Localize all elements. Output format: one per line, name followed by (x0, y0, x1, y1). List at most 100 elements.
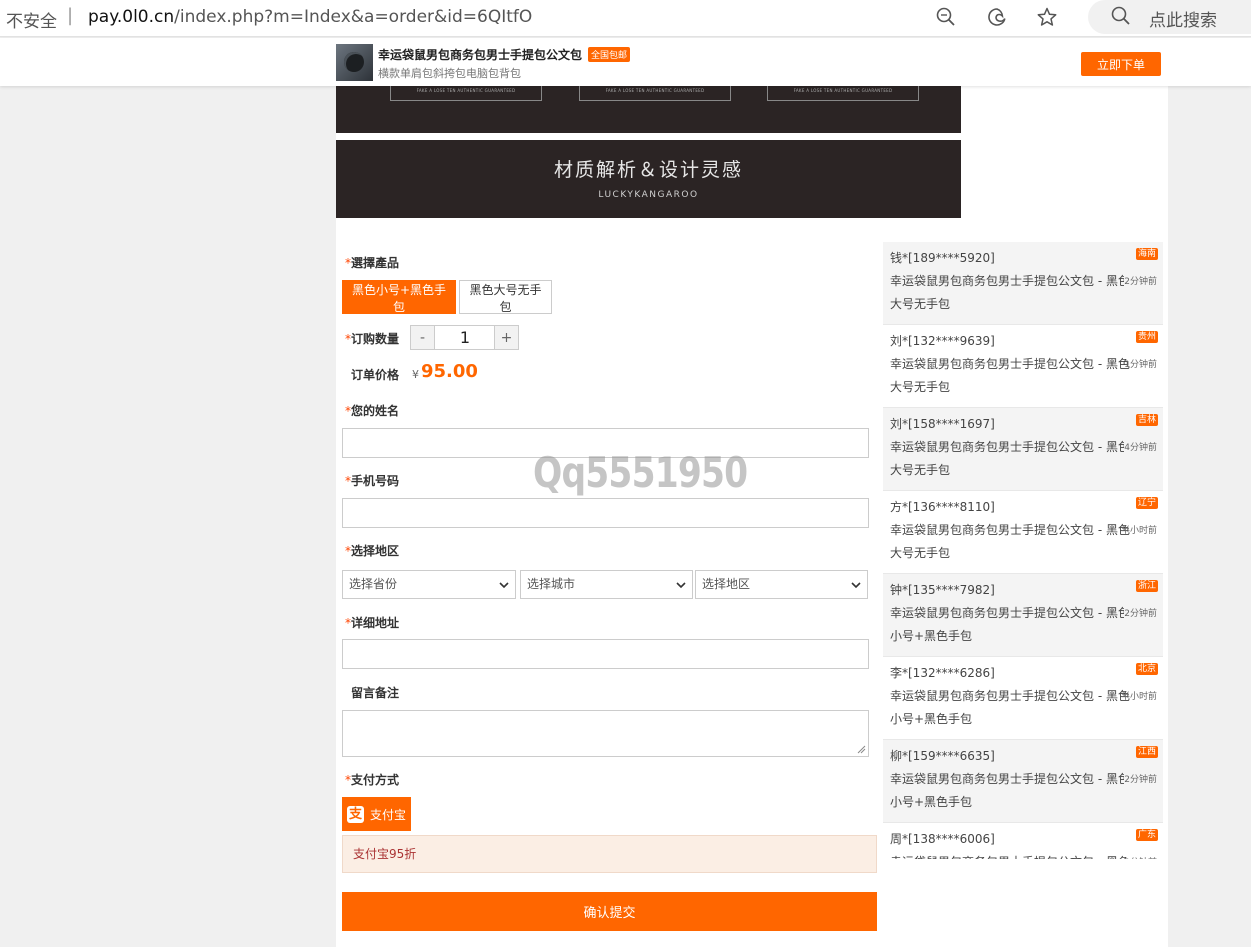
address-label: *详细地址 (345, 614, 399, 631)
product-thumbnail (336, 44, 373, 81)
submit-order-button[interactable]: 确认提交 (342, 892, 877, 931)
list-item: 方*[136****8110] 辽宁幸运袋鼠男包商务包男士手提包公文包 - 黑色大… (883, 491, 1163, 574)
search-icon (1110, 5, 1134, 29)
order-time: 2分钟前 (1124, 773, 1157, 787)
order-time: 3分钟前 (1124, 856, 1157, 859)
browser-address-bar: 不安全 | pay.0l0.cn/index.php?m=Index&a=ord… (0, 0, 1251, 37)
list-item: 刘*[158****1697] 吉林幸运袋鼠男包商务包男士手提包公文包 - 黑色大… (883, 408, 1163, 491)
recent-orders-list: 钱*[189****5920] 海南幸运袋鼠男包商务包男士手提包公文包 - 黑色大… (883, 242, 1163, 859)
province-badge: 广东 (1135, 829, 1158, 841)
address-label-text: 详细地址 (351, 616, 400, 630)
zoom-icon[interactable] (934, 6, 958, 30)
option-black-large-no-handbag[interactable]: 黑色大号无手包 (459, 280, 552, 314)
payment-label: *支付方式 (345, 771, 399, 788)
order-description: 幸运袋鼠男包商务包男士手提包公文包 - 黑色大号无手包 (890, 440, 1130, 477)
phone-label: *手机号码 (345, 472, 399, 489)
price-label: 订单价格 (351, 368, 400, 382)
buyer-name: 刘*[132****9639] (890, 334, 995, 348)
banner-frame: FAKE A LOSE TEN AUTHENTIC GUARANTEED (390, 86, 542, 101)
product-title-text: 幸运袋鼠男包商务包男士手提包公文包 (378, 48, 583, 62)
quantity-input[interactable] (436, 326, 494, 349)
buyer-name: 刘*[158****1697] (890, 417, 995, 431)
list-item: 钱*[189****5920] 海南 幸运袋鼠男包商务包男士手提包公文包 - 黑色大… (883, 242, 1163, 325)
material-banner: 材质解析＆设计灵感 LUCKYKANGAROO (336, 140, 961, 218)
browser-search-box[interactable]: 点此搜索 (1088, 0, 1251, 34)
buyer-name: 钟*[135****7982] (890, 583, 995, 597)
resize-grip-icon[interactable] (857, 745, 866, 754)
province-badge: 浙江 (1135, 580, 1158, 592)
banner-title: 材质解析＆设计灵感 (553, 159, 743, 181)
province-badge: 江西 (1135, 746, 1158, 758)
province-badge: 吉林 (1135, 414, 1158, 426)
order-description: 幸运袋鼠男包商务包男士手提包公文包 - 黑色小号+黑色手包 (890, 851, 1130, 859)
banner-frame-caption: FAKE A LOSE TEN AUTHENTIC GUARANTEED (416, 88, 516, 93)
banner-frame: FAKE A LOSE TEN AUTHENTIC GUARANTEED (767, 86, 919, 101)
province-badge: 海南 (1135, 248, 1158, 260)
buyer-name: 方*[136****8110] (890, 500, 995, 514)
product-subtitle: 横款单肩包斜挎包电脑包背包 (378, 67, 521, 80)
alipay-icon: 支 (347, 806, 364, 823)
list-item: 柳*[159****6635] 江西幸运袋鼠男包商务包男士手提包公文包 - 黑色小… (883, 740, 1163, 823)
url-field[interactable]: pay.0l0.cn/index.php?m=Index&a=order&id=… (88, 7, 532, 27)
city-select[interactable]: 选择城市 (520, 570, 693, 599)
order-time: 半小时前 (1120, 692, 1157, 702)
edge-icon[interactable] (985, 6, 1009, 30)
quantity-label-text: 订购数量 (351, 332, 400, 346)
price-currency: ¥ (412, 368, 419, 381)
insecure-indicator[interactable]: 不安全 (6, 7, 57, 32)
province-badge: 贵州 (1135, 331, 1158, 343)
chevron-down-icon (676, 582, 686, 589)
product-select-label-text: 選擇產品 (351, 256, 400, 270)
region-label: *选择地区 (345, 542, 399, 559)
buyer-name: 钱*[189****5920] (890, 251, 995, 265)
watermark-text: Qq5551950 (533, 448, 748, 497)
list-item: 周*[138****6006] 广东幸运袋鼠男包商务包男士手提包公文包 - 黑色小… (883, 823, 1163, 859)
district-select[interactable]: 选择地区 (695, 570, 868, 599)
name-label-text: 您的姓名 (351, 404, 400, 418)
phone-label-text: 手机号码 (351, 474, 400, 488)
province-badge: 北京 (1135, 663, 1158, 675)
name-label: *您的姓名 (345, 402, 399, 419)
chevron-down-icon (851, 582, 861, 589)
phone-input[interactable] (342, 498, 869, 528)
buyer-name: 李*[132****6286] (890, 666, 995, 680)
order-now-button[interactable]: 立即下单 (1081, 52, 1161, 76)
order-time: 4分钟前 (1124, 441, 1157, 455)
quantity-increase-button[interactable]: + (494, 326, 518, 349)
free-shipping-badge: 全国包邮 (588, 47, 631, 62)
buyer-name: 周*[138****6006] (890, 832, 995, 846)
list-item: 刘*[132****9639] 贵州幸运袋鼠男包商务包男士手提包公文包 - 黑色大… (883, 325, 1163, 408)
note-label: 留言备注 (351, 686, 400, 700)
list-item: 钟*[135****7982] 浙江 幸运袋鼠男包商务包男士手提包公文包 - 黑色小… (883, 574, 1163, 657)
buyer-name: 柳*[159****6635] (890, 749, 995, 763)
order-time: 2分钟前 (1124, 607, 1157, 621)
alipay-discount-note: 支付宝95折 (342, 835, 877, 873)
search-label: 点此搜索 (1149, 11, 1217, 31)
city-select-value: 选择城市 (527, 577, 576, 591)
quantity-stepper: - + (410, 325, 519, 350)
order-description: 幸运袋鼠男包商务包男士手提包公文包 - 黑色大号无手包 (890, 523, 1130, 560)
payment-label-text: 支付方式 (351, 773, 400, 787)
order-time: 半小时前 (1120, 526, 1157, 536)
order-description: 幸运袋鼠男包商务包男士手提包公文包 - 黑色大号无手包 (890, 357, 1130, 394)
banner-subtitle: LUCKYKANGAROO (598, 190, 699, 200)
province-select-value: 选择省份 (349, 577, 398, 591)
note-textarea[interactable] (342, 710, 869, 757)
product-select-label: *選擇產品 (345, 254, 399, 271)
banner-frame-caption: FAKE A LOSE TEN AUTHENTIC GUARANTEED (605, 88, 705, 93)
url-domain: pay.0l0.cn (88, 7, 175, 27)
address-input[interactable] (342, 639, 869, 669)
product-header: 幸运袋鼠男包商务包男士手提包公文包 全国包邮 横款单肩包斜挎包电脑包背包 立即下单 (0, 38, 1251, 86)
order-time: 1分钟前 (1124, 360, 1157, 370)
quantity-label: *订购数量 (345, 330, 399, 347)
region-label-text: 选择地区 (351, 544, 400, 558)
order-price: 95.00 (421, 361, 478, 382)
quantity-decrease-button[interactable]: - (411, 326, 435, 349)
option-black-small-with-handbag[interactable]: 黑色小号+黑色手包 (342, 280, 456, 314)
order-description: 幸运袋鼠男包商务包男士手提包公文包 - 黑色小号+黑色手包 (890, 689, 1130, 726)
order-description: 幸运袋鼠男包商务包男士手提包公文包 - 黑色小号+黑色手包 (890, 772, 1130, 809)
favorite-star-icon[interactable] (1035, 6, 1059, 30)
province-badge: 辽宁 (1135, 497, 1158, 509)
url-separator: | (67, 5, 74, 26)
province-select[interactable]: 选择省份 (342, 570, 516, 599)
